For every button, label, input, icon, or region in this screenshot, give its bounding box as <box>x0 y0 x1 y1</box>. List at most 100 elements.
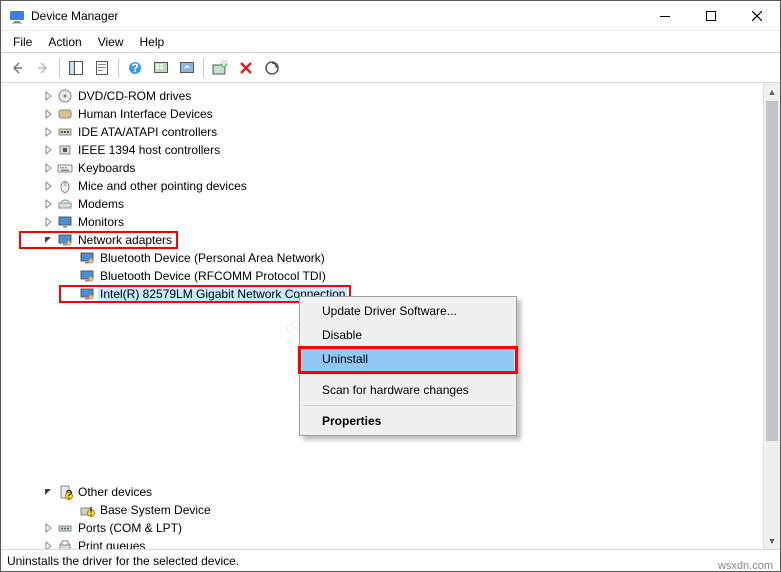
view-monitor-button[interactable] <box>175 56 199 80</box>
tree-item-label: Monitors <box>76 215 126 229</box>
context-menu-item[interactable]: Update Driver Software... <box>302 299 514 323</box>
svg-text:?: ? <box>131 61 138 75</box>
expand-icon <box>41 125 55 139</box>
expand-icon <box>41 521 55 535</box>
tree-item[interactable]: Bluetooth Device (RFCOMM Protocol TDI) <box>1 267 763 285</box>
content-area: DVD/CD-ROM drives Human Interface Devices… <box>1 83 780 549</box>
back-button[interactable] <box>5 56 29 80</box>
keyboard-icon <box>57 160 73 176</box>
tree-item-label: Print queues <box>76 539 147 549</box>
menu-file[interactable]: File <box>5 33 40 51</box>
tree-item-label: IEEE 1394 host controllers <box>76 143 222 157</box>
toolbar-separator <box>59 58 60 78</box>
other-icon: ? <box>57 484 73 500</box>
tree-item-label: Bluetooth Device (RFCOMM Protocol TDI) <box>98 269 328 283</box>
window-title: Device Manager <box>31 9 642 23</box>
ide-icon <box>57 124 73 140</box>
tree-item-label: Base System Device <box>98 503 213 517</box>
tree-item-label: Modems <box>76 197 126 211</box>
tree-item[interactable]: !Base System Device <box>1 501 763 519</box>
hid-icon <box>57 106 73 122</box>
expand-icon <box>41 179 55 193</box>
unknown-dev-icon: ! <box>79 502 95 518</box>
scroll-down-button[interactable]: ▼ <box>764 532 780 549</box>
context-menu-item[interactable]: Properties <box>302 409 514 433</box>
vertical-scrollbar[interactable]: ▲ ▼ <box>763 83 780 549</box>
tree-item-label: Mice and other pointing devices <box>76 179 249 193</box>
menu-separator <box>303 405 513 406</box>
ieee-icon <box>57 142 73 158</box>
disc-icon <box>57 88 73 104</box>
maximize-button[interactable] <box>688 1 734 30</box>
tree-item-label: IDE ATA/ATAPI controllers <box>76 125 219 139</box>
titlebar: Device Manager <box>1 1 780 31</box>
monitor-icon <box>57 214 73 230</box>
properties-button[interactable] <box>90 56 114 80</box>
net-icon <box>79 268 95 284</box>
scroll-thumb[interactable] <box>766 101 778 441</box>
tree-item[interactable]: Modems <box>1 195 763 213</box>
expand-icon <box>41 143 55 157</box>
tree-item[interactable]: DVD/CD-ROM drives <box>1 87 763 105</box>
tree-item-label: DVD/CD-ROM drives <box>76 89 193 103</box>
tree-item[interactable]: Bluetooth Device (Personal Area Network) <box>1 249 763 267</box>
tree-item[interactable]: Keyboards <box>1 159 763 177</box>
collapse-icon[interactable] <box>41 485 55 499</box>
tree-item[interactable]: IEEE 1394 host controllers <box>1 141 763 159</box>
net-icon <box>79 250 95 266</box>
printer-icon <box>57 538 73 549</box>
add-hardware-button[interactable]: + <box>208 56 232 80</box>
expand-icon <box>41 89 55 103</box>
tree-item-label: Keyboards <box>76 161 137 175</box>
menu-view[interactable]: View <box>90 33 132 51</box>
modem-icon <box>57 196 73 212</box>
context-menu-item[interactable]: Uninstall <box>302 347 514 371</box>
tree-item-label: Human Interface Devices <box>76 107 215 121</box>
expand-icon <box>41 197 55 211</box>
tree-item-label: Other devices <box>76 485 154 499</box>
tree-item-label: Bluetooth Device (Personal Area Network) <box>98 251 327 265</box>
tree-item-label: Ports (COM & LPT) <box>76 521 184 535</box>
tree-item[interactable]: IDE ATA/ATAPI controllers <box>1 123 763 141</box>
tree-item[interactable]: Ports (COM & LPT) <box>1 519 763 537</box>
tree-item[interactable]: Mice and other pointing devices <box>1 177 763 195</box>
svg-text:+: + <box>220 60 227 70</box>
context-menu-item[interactable]: Scan for hardware changes <box>302 378 514 402</box>
toolbar-separator <box>118 58 119 78</box>
context-menu: Update Driver Software...DisableUninstal… <box>299 296 517 436</box>
port-icon <box>57 520 73 536</box>
device-manager-window: Device Manager File Action View Help ? +… <box>0 0 781 572</box>
help-button[interactable]: ? <box>123 56 147 80</box>
expand-icon <box>41 539 55 549</box>
menu-action[interactable]: Action <box>40 33 89 51</box>
mouse-icon <box>57 178 73 194</box>
status-text: Uninstalls the driver for the selected d… <box>7 554 239 568</box>
app-icon <box>9 8 25 24</box>
scan-button[interactable] <box>260 56 284 80</box>
show-tree-button[interactable] <box>64 56 88 80</box>
tree-item[interactable]: Human Interface Devices <box>1 105 763 123</box>
menubar: File Action View Help <box>1 31 780 53</box>
statusbar: Uninstalls the driver for the selected d… <box>1 549 780 571</box>
svg-text:?: ? <box>66 488 73 501</box>
window-buttons <box>642 1 780 30</box>
context-menu-item[interactable]: Disable <box>302 323 514 347</box>
tree-item[interactable]: Monitors <box>1 213 763 231</box>
toolbar: ? + <box>1 53 780 83</box>
menu-help[interactable]: Help <box>132 33 173 51</box>
forward-button[interactable] <box>31 56 55 80</box>
tree-item[interactable]: Network adapters <box>1 231 763 249</box>
close-button[interactable] <box>734 1 780 30</box>
tree-item[interactable]: ?Other devices <box>1 483 763 501</box>
scroll-up-button[interactable]: ▲ <box>764 83 780 100</box>
expand-icon <box>41 215 55 229</box>
expand-icon <box>41 161 55 175</box>
minimize-button[interactable] <box>642 1 688 30</box>
expand-icon <box>41 107 55 121</box>
uninstall-button[interactable] <box>234 56 258 80</box>
toolbar-separator <box>203 58 204 78</box>
menu-separator <box>303 374 513 375</box>
tree-item[interactable]: Print queues <box>1 537 763 549</box>
view-grid-button[interactable] <box>149 56 173 80</box>
credit-text: wsxdn.com <box>718 560 773 572</box>
